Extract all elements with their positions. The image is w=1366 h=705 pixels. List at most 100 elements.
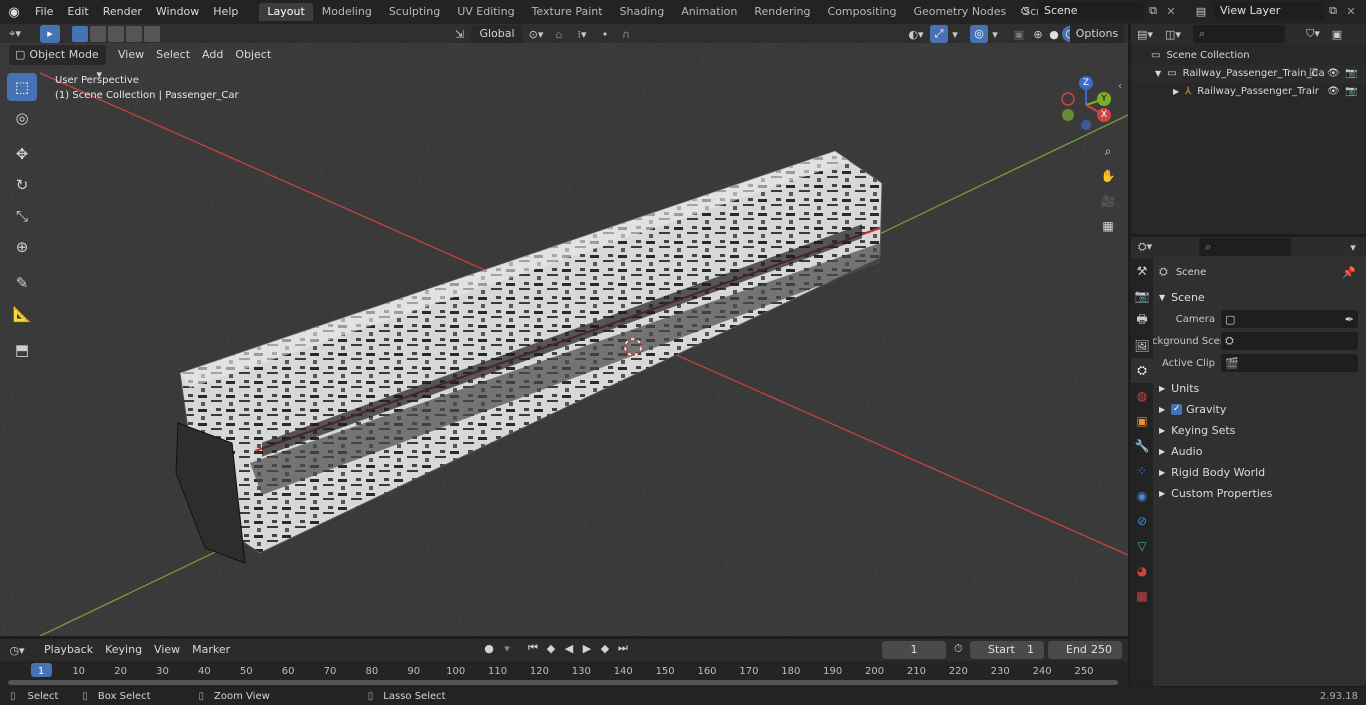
expand-right-icon[interactable]: ▶	[1173, 83, 1179, 101]
orientation-dropdown[interactable]: Global	[471, 25, 523, 43]
shading-wireframe-icon[interactable]: ⊕	[1030, 28, 1046, 41]
tab-animation[interactable]: Animation	[673, 3, 745, 21]
panel-keying-sets[interactable]: ▶ Keying Sets	[1159, 420, 1366, 441]
gizmo-toggle-icon[interactable]: ⤢	[930, 25, 948, 43]
filter-icon[interactable]: ⛉▾	[1299, 27, 1327, 41]
constraints-tab-icon[interactable]: ⊘	[1131, 508, 1153, 533]
outliner-search-input[interactable]: ⌕	[1193, 25, 1285, 43]
scene-section-header[interactable]: ▼ Scene	[1159, 287, 1366, 308]
outliner-editor-icon[interactable]: ▤▾	[1131, 28, 1159, 41]
cursor-tool-icon[interactable]: ◎	[7, 104, 37, 132]
menu-playback[interactable]: Playback	[38, 641, 99, 659]
render-tab-icon[interactable]: 📷	[1131, 283, 1153, 308]
current-frame-field[interactable]: 1	[882, 641, 946, 659]
pin-icon[interactable]: 📌	[1342, 266, 1356, 279]
new-collection-icon[interactable]: ▣	[1327, 28, 1347, 41]
editor-type-icon[interactable]: ⌖▾	[0, 27, 30, 41]
xray-icon[interactable]: ▣	[1008, 28, 1030, 41]
camera-icon[interactable]: 📷	[1345, 83, 1357, 101]
tab-shading[interactable]: Shading	[612, 3, 673, 21]
background-scene-field[interactable]: ⛭	[1221, 332, 1358, 350]
menu-file[interactable]: File	[28, 2, 60, 22]
properties-editor-icon[interactable]: ⛭▾	[1131, 240, 1159, 254]
view-layer-field[interactable]: View Layer	[1214, 2, 1324, 20]
gravity-checkbox-icon[interactable]: ✓	[1171, 404, 1183, 415]
world-tab-icon[interactable]: ◍	[1131, 383, 1153, 408]
menu-timeline-view[interactable]: View	[148, 641, 186, 659]
new-view-layer-icon[interactable]: ⧉	[1324, 4, 1342, 18]
scene-icon[interactable]: ⛭	[1012, 4, 1038, 18]
scene-collection-row[interactable]: ▭ Scene Collection	[1131, 47, 1366, 65]
camera-icon[interactable]: 📷	[1345, 65, 1357, 83]
pan-hand-icon[interactable]: ✋	[1097, 165, 1119, 187]
object-tab-icon[interactable]: ▣	[1131, 408, 1153, 433]
tree-item-object[interactable]: ▶ ⅄ Railway_Passenger_Trair 👁 📷	[1131, 83, 1366, 101]
shading-solid-icon[interactable]: ●	[1046, 28, 1062, 41]
properties-search-input[interactable]: ⌕	[1199, 238, 1291, 256]
menu-window[interactable]: Window	[149, 2, 206, 22]
texture-tab-icon[interactable]: ▩	[1131, 583, 1153, 608]
view-layer-icon[interactable]: ▤	[1188, 5, 1214, 18]
gizmo-y-label[interactable]: Y	[1097, 92, 1111, 106]
zoom-icon[interactable]: ⌕	[1097, 140, 1119, 162]
menu-edit[interactable]: Edit	[60, 2, 95, 22]
tab-modeling[interactable]: Modeling	[314, 3, 380, 21]
gizmo-x-label[interactable]: X	[1097, 108, 1111, 122]
select-box-tool-icon[interactable]: ⬚	[7, 73, 37, 101]
falloff-icon[interactable]: ∩	[615, 28, 637, 41]
data-tab-icon[interactable]: ▽	[1131, 533, 1153, 558]
timeline-editor-icon[interactable]: ◷▾	[0, 644, 34, 657]
start-frame-field[interactable]: Start 1	[970, 641, 1044, 659]
timeline-scrollbar[interactable]	[8, 680, 1118, 685]
proportional-edit-icon[interactable]: •	[595, 28, 615, 41]
jump-start-icon[interactable]: ⏮	[524, 641, 542, 655]
snap-icon[interactable]: ⌂	[549, 28, 569, 41]
options-dropdown[interactable]: Options	[1070, 24, 1124, 44]
gizmo-dropdown-icon[interactable]: ▾	[948, 28, 962, 41]
eye-icon[interactable]: 👁	[1327, 83, 1340, 101]
navigation-gizmo[interactable]: Z Y X	[1058, 75, 1114, 131]
tab-compositing[interactable]: Compositing	[820, 3, 905, 21]
scene-tab-icon[interactable]: ⛭	[1131, 358, 1153, 383]
tab-uv-editing[interactable]: UV Editing	[449, 3, 522, 21]
menu-view[interactable]: View	[112, 46, 150, 64]
new-scene-icon[interactable]: ⧉	[1144, 4, 1162, 18]
select-tool-icon[interactable]: ▸	[40, 25, 60, 43]
menu-object[interactable]: Object	[229, 46, 277, 64]
physics-tab-icon[interactable]: ◉	[1131, 483, 1153, 508]
mode-dropdown[interactable]: ▢ Object Mode ▾	[9, 45, 106, 81]
tab-rendering[interactable]: Rendering	[746, 3, 818, 21]
panel-rigid-body-world[interactable]: ▶ Rigid Body World	[1159, 462, 1366, 483]
mode-set-icon[interactable]	[72, 26, 88, 42]
snap-target-icon[interactable]: ⁝▾	[569, 28, 595, 41]
mode-subtract-icon[interactable]	[108, 26, 124, 42]
output-tab-icon[interactable]: 🖶	[1131, 308, 1153, 333]
checkbox-icon[interactable]: ☑	[1309, 65, 1318, 83]
rotate-tool-icon[interactable]: ↻	[7, 171, 37, 199]
modifier-tab-icon[interactable]: 🔧	[1131, 433, 1153, 458]
overlay-dropdown-icon[interactable]: ▾	[988, 28, 1002, 41]
record-icon[interactable]: ●	[480, 642, 498, 655]
eyedropper-icon[interactable]: ✒	[1345, 313, 1354, 326]
particles-tab-icon[interactable]: ⁘	[1131, 458, 1153, 483]
menu-marker[interactable]: Marker	[186, 641, 236, 659]
expand-down-icon[interactable]: ▼	[1155, 65, 1161, 83]
tree-item-collection[interactable]: ▼ ▭ Railway_Passenger_Train_Ca ☑ 👁 📷	[1131, 65, 1366, 83]
measure-tool-icon[interactable]: 📐	[7, 300, 37, 328]
jump-end-icon[interactable]: ⏭	[614, 641, 632, 655]
blender-logo-icon[interactable]: ◉	[0, 5, 28, 20]
menu-help[interactable]: Help	[206, 2, 245, 22]
display-mode-icon[interactable]: ◫▾	[1159, 28, 1187, 41]
panel-gravity[interactable]: ▶ ✓ Gravity	[1159, 399, 1366, 420]
panel-custom-properties[interactable]: ▶ Custom Properties	[1159, 483, 1366, 504]
panel-units[interactable]: ▶ Units	[1159, 378, 1366, 399]
record-options-icon[interactable]: ▾	[498, 642, 516, 655]
view-layer-tab-icon[interactable]: 🖼	[1131, 333, 1153, 358]
tab-geometry-nodes[interactable]: Geometry Nodes	[905, 3, 1014, 21]
panel-audio[interactable]: ▶ Audio	[1159, 441, 1366, 462]
perspective-toggle-icon[interactable]: ▦	[1097, 215, 1119, 237]
properties-options-icon[interactable]: ▾	[1343, 241, 1363, 254]
tab-texture-paint[interactable]: Texture Paint	[524, 3, 611, 21]
tool-tab-icon[interactable]: ⚒	[1131, 258, 1153, 283]
camera-field[interactable]: ▢ ✒	[1221, 310, 1358, 328]
